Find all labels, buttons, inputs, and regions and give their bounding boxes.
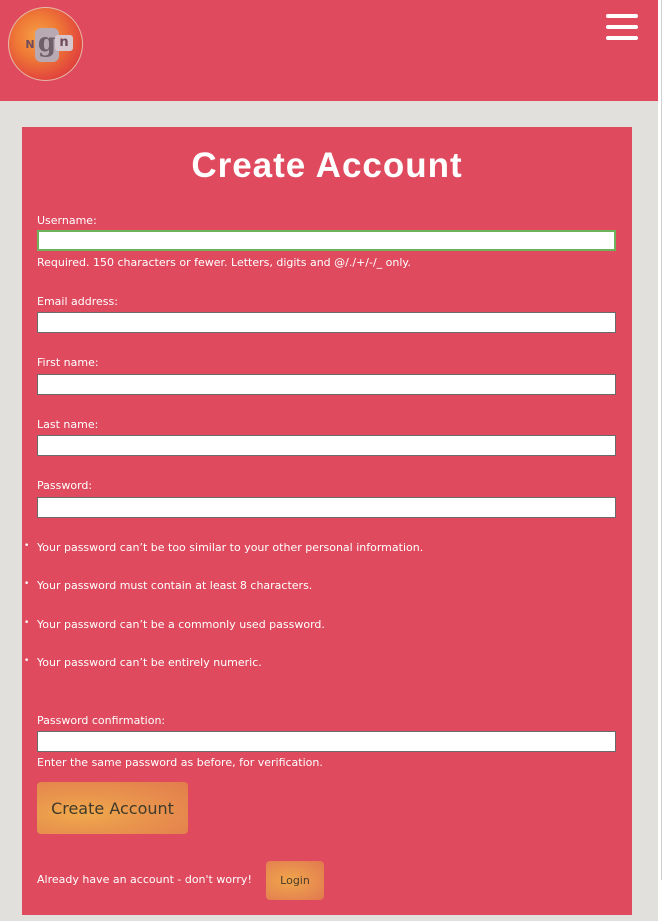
menu-bar-bottom (606, 36, 638, 40)
password-rule-numeric: Your password can’t be entirely numeric. (24, 656, 262, 669)
last-name-label: Last name: (37, 418, 99, 431)
email-label: Email address: (37, 295, 118, 308)
email-input[interactable] (37, 312, 616, 333)
logo-letter-n: n (55, 35, 73, 51)
password-rule-common: Your password can’t be a commonly used p… (24, 618, 325, 631)
site-logo[interactable]: N g n (8, 7, 83, 81)
login-prompt-text: Already have an account - don't worry! (37, 873, 252, 886)
scrollbar[interactable] (658, 0, 665, 921)
login-button[interactable]: Login (266, 861, 324, 900)
password-confirmation-help-text: Enter the same password as before, for v… (37, 756, 323, 769)
password-rule-length: Your password must contain at least 8 ch… (24, 579, 312, 592)
last-name-input[interactable] (37, 435, 616, 456)
password-rule-similarity: Your password can’t be too similar to yo… (24, 541, 423, 554)
password-confirmation-label: Password confirmation: (37, 714, 166, 727)
menu-bar-top (606, 14, 638, 18)
menu-bar-middle (606, 25, 638, 29)
username-input[interactable] (37, 230, 616, 251)
first-name-input[interactable] (37, 374, 616, 395)
scrollbar-track (661, 0, 662, 880)
create-account-button[interactable]: Create Account (37, 782, 188, 834)
first-name-label: First name: (37, 356, 99, 369)
page-title: Create Account (191, 146, 463, 185)
username-help-text: Required. 150 characters or fewer. Lette… (37, 256, 411, 269)
password-label: Password: (37, 479, 93, 492)
username-label: Username: (37, 214, 97, 227)
top-navbar (0, 0, 658, 101)
hamburger-menu-icon[interactable] (604, 12, 640, 42)
password-confirmation-input[interactable] (37, 731, 616, 752)
password-input[interactable] (37, 497, 616, 518)
